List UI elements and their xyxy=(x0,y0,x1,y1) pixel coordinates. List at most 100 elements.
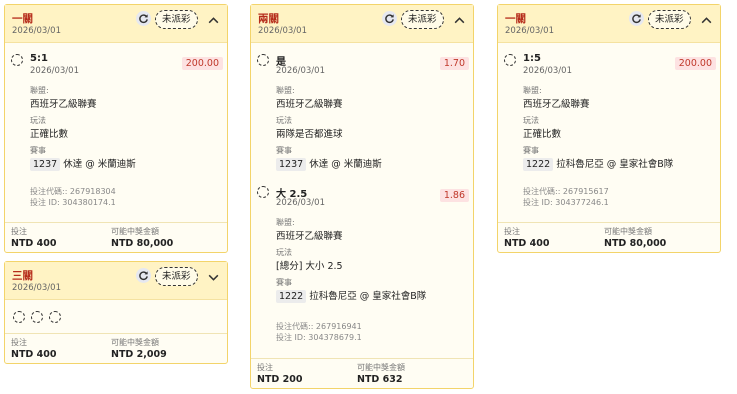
event-label: 賽事 xyxy=(276,278,292,287)
selection-name: 1:5 xyxy=(523,53,541,64)
refresh-button[interactable] xyxy=(136,268,151,283)
loading-icon xyxy=(31,311,43,323)
stake-value: NTD 400 xyxy=(504,238,550,249)
bet-code: 投注代碼:: 267918304 xyxy=(30,187,116,196)
market-label: 玩法 xyxy=(276,116,292,125)
bet-id: 投注 ID: 304380174.1 xyxy=(30,198,116,207)
selection-date: 2026/03/01 xyxy=(276,66,325,76)
event-value: 1222 拉科魯尼亞 @ 皇家社會B隊 xyxy=(523,156,673,171)
bet-type-title: 兩關 xyxy=(258,13,279,25)
chevron-up-icon xyxy=(454,17,465,24)
selection-name: 5:1 xyxy=(30,53,48,64)
potential-win-value: NTD 2,009 xyxy=(111,349,167,360)
stake-label: 投注 xyxy=(11,338,27,347)
collapse-toggle[interactable] xyxy=(700,12,713,25)
league-value: 西班牙乙級聯賽 xyxy=(30,99,97,110)
refresh-icon xyxy=(385,14,394,24)
loading-icon xyxy=(257,186,269,198)
selection: 大 2.5 2026/03/01 1.86 聯盟: 西班牙乙級聯賽 玩法 [總分… xyxy=(251,175,473,345)
selection-loaders xyxy=(5,308,227,324)
refresh-icon xyxy=(632,14,641,24)
market-label: 玩法 xyxy=(276,248,292,257)
stake-label: 投注 xyxy=(504,227,520,236)
potential-win-value: NTD 80,000 xyxy=(604,238,667,249)
loading-icon xyxy=(13,311,25,323)
potential-win-value: NTD 80,000 xyxy=(111,238,174,249)
bet-id: 投注 ID: 304377246.1 xyxy=(523,198,609,207)
event-code: 1237 xyxy=(30,158,61,171)
event-value: 1222 拉科魯尼亞 @ 皇家社會B隊 xyxy=(276,288,426,303)
bet-type-title: 一關 xyxy=(505,13,526,25)
selection: 5:1 2026/03/01 200.00 聯盟: 西班牙乙級聯賽 玩法 正確比… xyxy=(5,43,227,213)
selection: 是 2026/03/01 1.70 聯盟: 西班牙乙級聯賽 玩法 兩隊是否都進球… xyxy=(251,43,473,173)
card-footer: 投注 NTD 400 可能中獎金額 NTD 80,000 xyxy=(5,222,227,252)
odds-badge: 1.86 xyxy=(439,189,469,202)
refresh-icon xyxy=(139,14,148,24)
selection-date: 2026/03/01 xyxy=(523,66,572,76)
selection-date: 2026/03/01 xyxy=(276,198,325,208)
bet-id: 投注 ID: 304378679.1 xyxy=(276,333,362,342)
bet-code: 投注代碼:: 267916941 xyxy=(276,322,362,331)
refresh-button[interactable] xyxy=(629,11,644,26)
stake-value: NTD 200 xyxy=(257,374,303,385)
loading-icon xyxy=(49,311,61,323)
event-code: 1222 xyxy=(523,158,554,171)
card-header[interactable]: 兩關 2026/03/01 未派彩 xyxy=(251,5,473,43)
card-footer: 投注 NTD 400 可能中獎金額 NTD 2,009 xyxy=(5,333,227,363)
bet-date: 2026/03/01 xyxy=(12,26,61,36)
collapse-toggle[interactable] xyxy=(453,12,466,25)
potential-win-label: 可能中獎金額 xyxy=(111,227,159,236)
potential-win-label: 可能中獎金額 xyxy=(357,363,405,372)
chevron-up-icon xyxy=(208,17,219,24)
event-name: 休達 @ 米蘭迪斯 xyxy=(63,159,136,170)
status-badge: 未派彩 xyxy=(401,10,444,29)
market-value: 正確比數 xyxy=(523,129,562,140)
stake-label: 投注 xyxy=(257,363,273,372)
bet-card: 一關 2026/03/01 未派彩 1:5 2026/03/01 200.00 … xyxy=(497,4,721,253)
event-label: 賽事 xyxy=(276,146,292,155)
league-label: 聯盟: xyxy=(276,218,295,227)
card-header[interactable]: 一關 2026/03/01 未派彩 xyxy=(5,5,227,43)
potential-win-label: 可能中獎金額 xyxy=(604,227,652,236)
refresh-icon xyxy=(139,271,148,281)
bet-card: 三關 2026/03/01 未派彩 投注 NTD 400 可能中獎金額 NTD … xyxy=(4,261,228,364)
refresh-button[interactable] xyxy=(136,11,151,26)
expand-toggle[interactable] xyxy=(207,269,220,282)
league-label: 聯盟: xyxy=(523,86,542,95)
event-value: 1237 休達 @ 米蘭迪斯 xyxy=(276,156,382,171)
event-name: 拉科魯尼亞 @ 皇家社會B隊 xyxy=(556,159,674,170)
odds-badge: 1.70 xyxy=(439,57,469,70)
refresh-button[interactable] xyxy=(382,11,397,26)
bet-type-title: 一關 xyxy=(12,13,33,25)
bet-date: 2026/03/01 xyxy=(505,26,554,36)
card-footer: 投注 NTD 200 可能中獎金額 NTD 632 xyxy=(251,358,473,388)
potential-win-value: NTD 632 xyxy=(357,374,403,385)
stake-value: NTD 400 xyxy=(11,238,57,249)
market-label: 玩法 xyxy=(523,116,539,125)
league-value: 西班牙乙級聯賽 xyxy=(523,99,590,110)
event-label: 賽事 xyxy=(30,146,46,155)
event-code: 1237 xyxy=(276,158,307,171)
bet-type-title: 三關 xyxy=(12,270,33,282)
card-header[interactable]: 一關 2026/03/01 未派彩 xyxy=(498,5,720,43)
event-code: 1222 xyxy=(276,290,307,303)
chevron-up-icon xyxy=(701,17,712,24)
stake-value: NTD 400 xyxy=(11,349,57,360)
selection: 1:5 2026/03/01 200.00 聯盟: 西班牙乙級聯賽 玩法 正確比… xyxy=(498,43,720,213)
bet-code: 投注代碼:: 267915617 xyxy=(523,187,609,196)
odds-badge: 200.00 xyxy=(674,57,716,70)
event-name: 拉科魯尼亞 @ 皇家社會B隊 xyxy=(309,291,427,302)
market-value: 正確比數 xyxy=(30,129,69,140)
selection-date: 2026/03/01 xyxy=(30,66,79,76)
card-header[interactable]: 三關 2026/03/01 未派彩 xyxy=(5,262,227,300)
loading-icon xyxy=(504,54,516,66)
collapse-toggle[interactable] xyxy=(207,12,220,25)
event-value: 1237 休達 @ 米蘭迪斯 xyxy=(30,156,136,171)
status-badge: 未派彩 xyxy=(155,10,198,29)
market-value: 兩隊是否都進球 xyxy=(276,129,343,140)
bet-date: 2026/03/01 xyxy=(12,283,61,293)
loading-icon xyxy=(257,54,269,66)
loading-icon xyxy=(11,54,23,66)
status-badge: 未派彩 xyxy=(648,10,691,29)
league-label: 聯盟: xyxy=(276,86,295,95)
